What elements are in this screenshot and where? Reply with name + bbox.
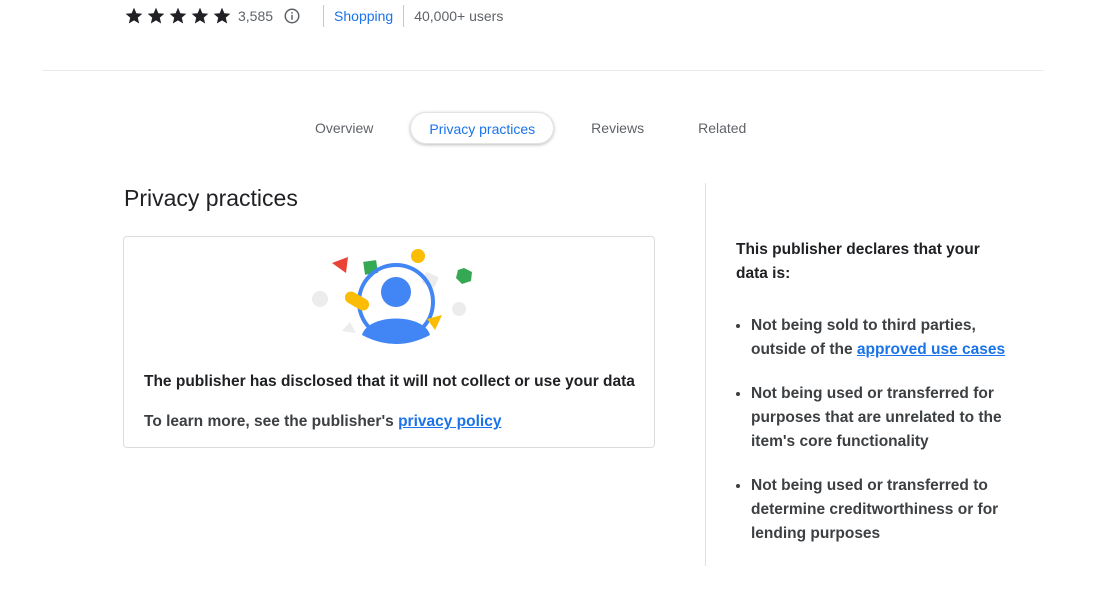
star-icon	[169, 7, 187, 24]
disclosure-text: The publisher has disclosed that it will…	[144, 373, 635, 390]
separator	[323, 5, 325, 27]
star-icon	[147, 7, 165, 24]
column-divider	[705, 183, 706, 566]
category-link[interactable]: Shopping	[334, 8, 393, 24]
privacy-card: The publisher has disclosed that it will…	[123, 236, 655, 448]
separator	[403, 5, 405, 27]
star-rating	[124, 6, 232, 26]
declarations-heading: This publisher declares that your data i…	[736, 241, 980, 282]
learn-more-text: To learn more, see the publisher's priva…	[144, 413, 501, 431]
info-icon[interactable]	[283, 7, 301, 25]
star-icon	[125, 7, 143, 24]
tab-reviews[interactable]: Reviews	[564, 112, 671, 144]
rating-count: 3,585	[238, 8, 274, 24]
declaration-text: Not being used or transferred to determi…	[751, 477, 999, 542]
declaration-item: Not being used or transferred to determi…	[751, 474, 1031, 546]
declaration-item: Not being used or transferred for purpos…	[751, 382, 1031, 454]
star-icon	[213, 7, 231, 24]
declaration-text: Not being used or transferred for purpos…	[751, 385, 1002, 450]
learn-more-prefix: To learn more, see the publisher's	[144, 413, 399, 430]
section-title: Privacy practices	[124, 185, 298, 211]
declarations-list: Not being sold to third parties, outside…	[731, 314, 1031, 566]
privacy-policy-link[interactable]: privacy policy	[398, 413, 501, 430]
tab-privacy-practices[interactable]: Privacy practices	[410, 112, 555, 144]
tab-related[interactable]: Related	[671, 112, 773, 144]
declaration-item: Not being sold to third parties, outside…	[751, 314, 1031, 362]
star-icon	[191, 7, 209, 24]
header-divider	[42, 70, 1044, 71]
users-count: 40,000+ users	[414, 8, 504, 24]
tab-bar: Overview Privacy practices Reviews Relat…	[288, 111, 773, 145]
approved-use-cases-link[interactable]: approved use cases	[857, 341, 1005, 358]
rating-row: 3,585 Shopping 40,000+ users	[124, 4, 503, 28]
tab-overview[interactable]: Overview	[288, 112, 400, 144]
privacy-illustration	[312, 249, 472, 344]
privacy-practices-page: 3,585 Shopping 40,000+ users Overview Pr…	[0, 0, 1106, 598]
